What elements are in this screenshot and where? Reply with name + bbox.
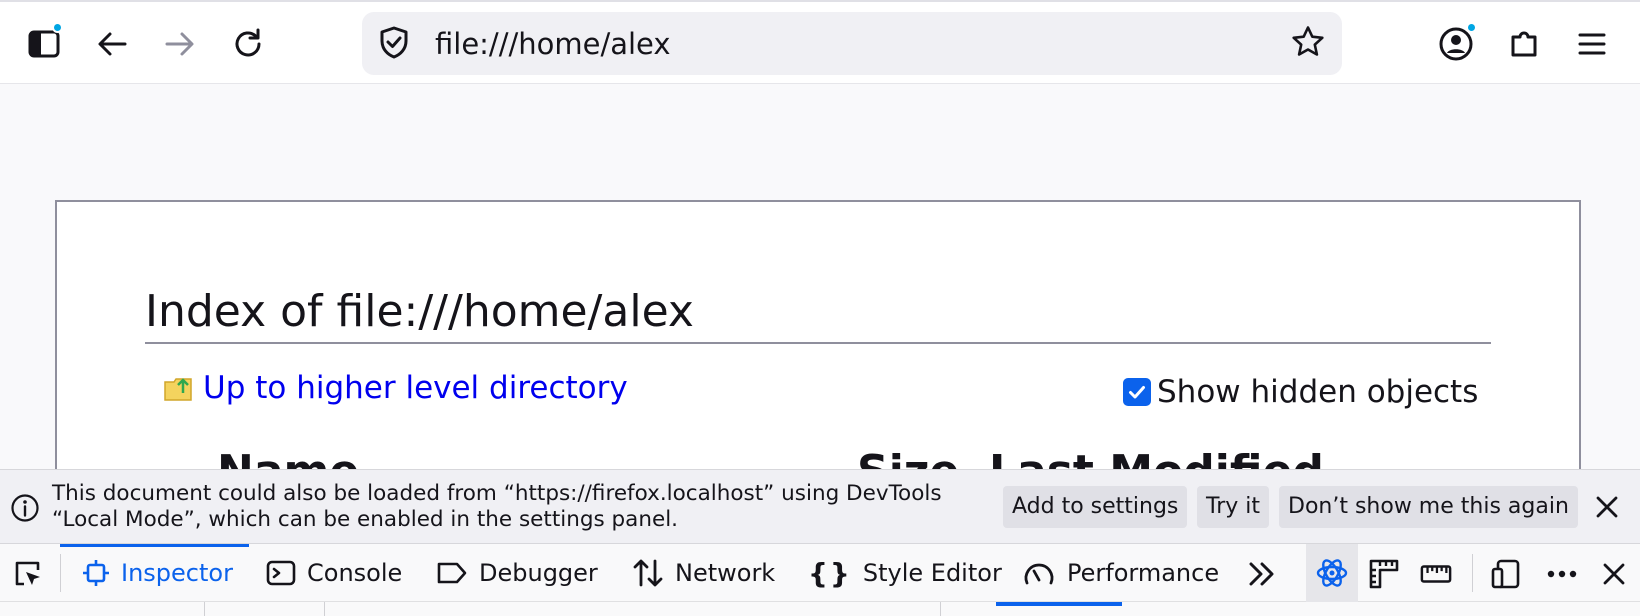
back-button[interactable] bbox=[88, 20, 136, 68]
devtools-options-button[interactable] bbox=[1546, 558, 1578, 590]
page-title: Index of file:///home/alex bbox=[145, 284, 1491, 344]
column-header-size[interactable]: Size bbox=[857, 446, 959, 469]
forward-arrow-icon bbox=[165, 32, 194, 56]
braces-icon: {} bbox=[808, 556, 852, 590]
url-text[interactable]: file:///home/alex bbox=[435, 27, 671, 61]
responsive-design-button[interactable] bbox=[1490, 558, 1522, 590]
page-viewport: Index of file:///home/alex Up to higher … bbox=[0, 84, 1640, 469]
up-directory-label[interactable]: Up to higher level directory bbox=[203, 370, 628, 406]
close-icon bbox=[1603, 563, 1625, 585]
checkmark-icon bbox=[1129, 386, 1145, 399]
tab-inspector[interactable]: Inspector bbox=[60, 544, 249, 602]
info-icon bbox=[11, 494, 39, 522]
column-header-name[interactable]: Name bbox=[217, 446, 359, 469]
notification-message: This document could also be loaded from … bbox=[52, 481, 942, 532]
tab-console-label: Console bbox=[307, 559, 403, 587]
up-directory-link[interactable]: Up to higher level directory bbox=[163, 370, 628, 406]
sidebar-button[interactable] bbox=[20, 20, 68, 68]
browser-toolbar: file:///home/alex bbox=[0, 0, 1640, 84]
ruler-corner-icon bbox=[1369, 559, 1399, 589]
debugger-icon bbox=[437, 562, 467, 584]
url-bar[interactable]: file:///home/alex bbox=[362, 12, 1342, 75]
show-hidden-label: Show hidden objects bbox=[1157, 374, 1479, 410]
inspector-icon bbox=[83, 560, 109, 586]
add-to-settings-button[interactable]: Add to settings bbox=[1003, 486, 1188, 528]
element-picker-button[interactable] bbox=[12, 558, 44, 590]
folder-up-icon bbox=[164, 378, 192, 401]
react-devtools-button[interactable] bbox=[1306, 544, 1358, 602]
back-arrow-icon bbox=[98, 32, 127, 56]
reload-icon bbox=[235, 28, 261, 57]
tab-debugger-label: Debugger bbox=[479, 559, 598, 587]
show-hidden-toggle[interactable]: Show hidden objects bbox=[1123, 374, 1478, 410]
account-button[interactable] bbox=[1432, 20, 1480, 68]
reload-button[interactable] bbox=[224, 20, 272, 68]
tab-debugger[interactable]: Debugger bbox=[436, 544, 598, 602]
toolbar-separator bbox=[60, 554, 61, 592]
rulers-button[interactable] bbox=[1420, 558, 1452, 590]
tab-inspector-label: Inspector bbox=[121, 559, 233, 587]
pane-divider bbox=[204, 602, 205, 616]
tab-network[interactable]: Network bbox=[632, 544, 775, 602]
bookmark-button[interactable] bbox=[1290, 24, 1326, 60]
close-devtools-button[interactable] bbox=[1598, 558, 1630, 590]
shield-icon bbox=[380, 26, 408, 59]
tab-style-editor-label: Style Editor bbox=[862, 559, 1002, 587]
site-info-button[interactable] bbox=[376, 25, 412, 61]
sidebar-active-tab-indicator bbox=[996, 602, 1122, 606]
ruler-icon bbox=[1420, 565, 1452, 583]
responsive-design-icon bbox=[1491, 559, 1520, 589]
more-tools-button[interactable] bbox=[1246, 558, 1278, 590]
tab-network-label: Network bbox=[675, 559, 776, 587]
pane-divider bbox=[324, 602, 325, 616]
account-notification-dot bbox=[1466, 22, 1477, 33]
console-icon bbox=[266, 560, 296, 586]
hamburger-menu-icon bbox=[1578, 33, 1606, 55]
atom-icon bbox=[1316, 559, 1348, 587]
app-menu-button[interactable] bbox=[1568, 20, 1616, 68]
puzzle-icon bbox=[1511, 31, 1537, 57]
extensions-button[interactable] bbox=[1500, 20, 1548, 68]
column-header-last-modified[interactable]: Last Modified bbox=[989, 446, 1324, 469]
tab-performance[interactable]: Performance bbox=[1022, 544, 1219, 602]
star-icon bbox=[1292, 26, 1324, 56]
devtools-panel: Inspector Console Debugger Network {} St… bbox=[0, 544, 1640, 616]
directory-listing: Index of file:///home/alex Up to higher … bbox=[55, 200, 1581, 469]
forward-button[interactable] bbox=[156, 20, 204, 68]
double-chevron-right-icon bbox=[1249, 562, 1274, 586]
show-hidden-checkbox[interactable] bbox=[1123, 378, 1151, 406]
close-icon bbox=[1596, 496, 1618, 518]
pane-divider bbox=[940, 602, 941, 616]
try-it-button[interactable]: Try it bbox=[1197, 486, 1270, 528]
local-mode-notification: This document could also be loaded from … bbox=[0, 469, 1640, 544]
tab-style-editor[interactable]: {} Style Editor bbox=[808, 544, 1002, 602]
sidebar-notification-dot bbox=[52, 22, 63, 33]
network-icon bbox=[633, 559, 663, 587]
tab-performance-label: Performance bbox=[1067, 559, 1220, 587]
ellipsis-icon bbox=[1547, 570, 1577, 578]
tab-console[interactable]: Console bbox=[266, 544, 402, 602]
close-notification-button[interactable] bbox=[1592, 492, 1622, 522]
measure-tool-button[interactable] bbox=[1368, 558, 1400, 590]
dont-show-again-button[interactable]: Don’t show me this again bbox=[1279, 486, 1578, 528]
toolbar-separator bbox=[1472, 554, 1473, 592]
performance-icon bbox=[1024, 563, 1054, 585]
element-picker-icon bbox=[15, 561, 40, 586]
devtools-tab-bar: Inspector Console Debugger Network {} St… bbox=[0, 544, 1640, 602]
